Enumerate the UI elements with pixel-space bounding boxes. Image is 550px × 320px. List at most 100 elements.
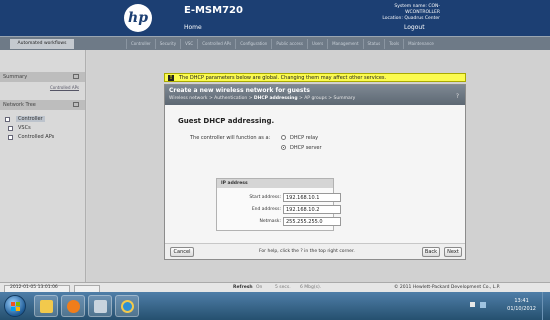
summary-panel-title: Summary: [0, 72, 85, 82]
dhcp-relay-option[interactable]: DHCP relay: [281, 135, 318, 141]
explorer-taskbar-button[interactable]: [34, 295, 58, 317]
sidebar: Summary Controlled APs Network Tree Cont…: [0, 50, 86, 282]
section-title: Guest DHCP addressing.: [178, 117, 275, 125]
summary-title: Summary: [3, 74, 28, 80]
logout-link[interactable]: Logout: [404, 24, 425, 31]
help-icon[interactable]: ?: [456, 93, 459, 100]
tree-item-label: VSCs: [18, 125, 31, 131]
system-info: System name: CON-WCONTROLLER Location: Q…: [360, 4, 440, 22]
tab-vsc[interactable]: VSC: [180, 39, 197, 49]
start-address-input[interactable]: [283, 193, 341, 202]
ie-taskbar-button[interactable]: [115, 295, 139, 317]
status-bar: 2012-01-05 13:01:06 Refresh On 5 secs. 6…: [0, 282, 550, 293]
refresh-label: Refresh: [233, 285, 253, 290]
show-desktop-button[interactable]: [542, 292, 550, 320]
breadcrumb-suffix: > AP groups > Summary: [297, 96, 356, 101]
tab-security[interactable]: Security: [154, 39, 180, 49]
ip-address-group: IP address Start address: End address: N…: [216, 178, 341, 231]
media-player-taskbar-button[interactable]: [61, 295, 85, 317]
expand-icon[interactable]: [5, 117, 10, 122]
tab-configuration[interactable]: Configuration: [235, 39, 271, 49]
network-taskbar-button[interactable]: [88, 295, 112, 317]
warning-text: The DHCP parameters below are global. Ch…: [179, 75, 387, 81]
tab-tools[interactable]: Tools: [384, 39, 403, 49]
tree-item-label: Controlled APs: [18, 134, 55, 140]
main-nav: Automated workflows Controller Security …: [0, 36, 550, 50]
wizard-footer: Cancel For help, click the ? in the top …: [165, 243, 465, 259]
media-player-icon: [67, 300, 80, 313]
start-address-row: Start address:: [217, 193, 341, 202]
folder-icon: [8, 126, 13, 131]
windows-taskbar: 13:41 01/10/2012: [0, 292, 550, 320]
end-address-label: End address:: [251, 207, 281, 212]
next-button[interactable]: Next: [444, 247, 462, 257]
app-header: hp E-MSM720 Home System name: CON-WCONTR…: [0, 0, 550, 36]
tree-item-vscs[interactable]: VSCs: [0, 124, 85, 133]
tab-automated-workflows[interactable]: Automated workflows: [10, 39, 74, 49]
network-tree-title: Network Tree: [0, 100, 85, 110]
summary-controlled-aps-link[interactable]: Controlled APs: [0, 82, 85, 93]
clock-time: 13:41: [514, 298, 529, 304]
dhcp-server-label: DHCP server: [290, 145, 322, 151]
wizard-panel: Create a new wireless network for guests…: [164, 84, 466, 260]
dhcp-server-radio[interactable]: [281, 145, 286, 150]
wizard-body: Guest DHCP addressing. The controller wi…: [165, 105, 465, 245]
refresh-interval[interactable]: 5 secs.: [275, 285, 291, 290]
system-name: System name: CON-WCONTROLLER: [394, 4, 440, 15]
tab-users[interactable]: Users: [306, 39, 327, 49]
start-address-label: Start address:: [249, 195, 281, 200]
cancel-button[interactable]: Cancel: [170, 247, 194, 257]
network-tree-label: Network Tree: [3, 102, 36, 108]
dhcp-server-option[interactable]: DHCP server: [281, 145, 322, 151]
product-model: E-MSM720: [184, 5, 243, 16]
clock-date: 01/10/2012: [507, 306, 536, 312]
controller-mode-label: The controller will function as a:: [190, 135, 271, 141]
home-link[interactable]: Home: [184, 24, 202, 31]
ip-address-title: IP address: [217, 179, 333, 188]
refresh-rate: 6 Mbg(s).: [300, 285, 322, 290]
hp-logo: hp: [124, 4, 152, 32]
flag-icon[interactable]: [470, 302, 475, 307]
network-icon: [94, 300, 107, 313]
breadcrumb-prefix: Wireless network > Authentication >: [169, 96, 254, 101]
system-location: Location: Quadrus Center: [382, 16, 440, 21]
tree-item-controlled-aps[interactable]: Controlled APs: [0, 133, 85, 142]
end-address-row: End address:: [217, 205, 341, 214]
wizard-title: Create a new wireless network for guests: [169, 87, 310, 94]
wizard-header: Create a new wireless network for guests…: [165, 85, 465, 105]
tab-controller[interactable]: Controller: [126, 39, 155, 49]
netmask-label: Netmask:: [259, 219, 281, 224]
help-hint: For help, click the ? in the top right c…: [259, 249, 355, 254]
wizard-breadcrumb: Wireless network > Authentication > DHCP…: [169, 96, 461, 101]
windows-logo-icon: [11, 302, 20, 311]
back-button[interactable]: Back: [422, 247, 440, 257]
tab-management[interactable]: Management: [327, 39, 362, 49]
breadcrumb-current: DHCP addressing: [253, 96, 298, 101]
tree-item-label: Controller: [16, 116, 45, 122]
folder-icon: [8, 135, 13, 140]
internet-explorer-icon: [121, 300, 134, 313]
network-status-icon[interactable]: [480, 302, 486, 308]
global-warning-banner: ! The DHCP parameters below are global. …: [164, 73, 466, 82]
minimize-icon[interactable]: [73, 102, 79, 107]
status-datetime: 2012-01-05 13:01:06: [10, 285, 58, 290]
tree-item-controller[interactable]: Controller: [0, 115, 85, 124]
netmask-input[interactable]: [283, 217, 341, 226]
nav-tabs: Controller Security VSC Controlled APs C…: [126, 39, 438, 49]
dhcp-relay-radio[interactable]: [281, 135, 286, 140]
tab-controlled-aps[interactable]: Controlled APs: [197, 39, 235, 49]
netmask-row: Netmask:: [217, 217, 341, 226]
warning-icon: !: [168, 75, 174, 81]
refresh-on[interactable]: On: [256, 285, 262, 290]
minimize-icon[interactable]: [73, 74, 79, 79]
tab-maintenance[interactable]: Maintenance: [403, 39, 438, 49]
tab-status[interactable]: Status: [362, 39, 385, 49]
copyright: © 2011 Hewlett-Packard Development Co., …: [394, 285, 501, 290]
system-tray: 13:41 01/10/2012: [464, 292, 550, 320]
dhcp-relay-label: DHCP relay: [290, 135, 319, 141]
tab-public-access[interactable]: Public access: [271, 39, 307, 49]
clock[interactable]: 13:41 01/10/2012: [507, 297, 536, 313]
folder-icon: [40, 300, 53, 313]
end-address-input[interactable]: [283, 205, 341, 214]
start-button[interactable]: [4, 295, 26, 317]
